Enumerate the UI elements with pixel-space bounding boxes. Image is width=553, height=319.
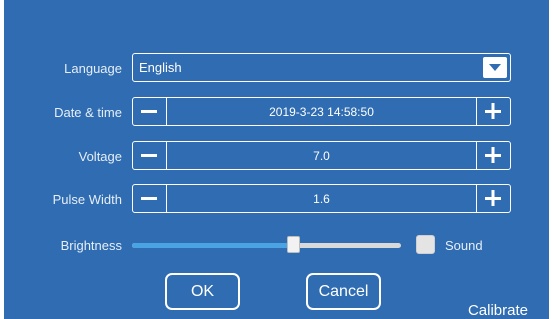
voltage-label: Voltage xyxy=(78,149,122,164)
voltage-decrement-button[interactable] xyxy=(133,142,167,169)
brightness-slider-fill xyxy=(132,243,294,248)
voltage-increment-button[interactable] xyxy=(476,142,510,169)
sound-label: Sound xyxy=(445,238,483,253)
plus-icon xyxy=(485,147,501,163)
calibrate-button[interactable]: Calibrate xyxy=(468,302,528,319)
voltage-value: 7.0 xyxy=(313,149,330,163)
plus-icon xyxy=(485,103,501,119)
language-dropdown[interactable]: English xyxy=(132,53,511,82)
datetime-value: 2019-3-23 14:58:50 xyxy=(269,105,374,119)
cancel-button[interactable]: Cancel xyxy=(306,273,381,310)
pulse-width-stepper: 1.6 xyxy=(132,184,511,213)
pulse-width-value: 1.6 xyxy=(313,192,330,206)
minus-icon xyxy=(141,110,157,113)
ok-button[interactable]: OK xyxy=(165,273,240,310)
brightness-slider-thumb[interactable] xyxy=(286,236,300,253)
minus-icon xyxy=(141,154,157,157)
brightness-slider[interactable] xyxy=(132,243,401,248)
settings-panel: Language English Date & time 2019-3-23 1… xyxy=(4,0,549,319)
pulse-width-label: Pulse Width xyxy=(52,192,122,207)
sound-checkbox[interactable] xyxy=(416,235,435,254)
pulse-width-increment-button[interactable] xyxy=(476,185,510,212)
pulse-width-decrement-button[interactable] xyxy=(133,185,167,212)
voltage-stepper: 7.0 xyxy=(132,141,511,170)
datetime-decrement-button[interactable] xyxy=(133,98,167,125)
datetime-stepper: 2019-3-23 14:58:50 xyxy=(132,97,511,126)
datetime-label: Date & time xyxy=(54,105,122,120)
chevron-down-icon xyxy=(489,64,501,71)
language-value: English xyxy=(139,60,182,75)
plus-icon xyxy=(485,190,501,206)
dropdown-button[interactable] xyxy=(483,57,507,78)
datetime-increment-button[interactable] xyxy=(476,98,510,125)
brightness-label: Brightness xyxy=(60,238,122,253)
minus-icon xyxy=(141,197,157,200)
language-label: Language xyxy=(64,61,122,76)
